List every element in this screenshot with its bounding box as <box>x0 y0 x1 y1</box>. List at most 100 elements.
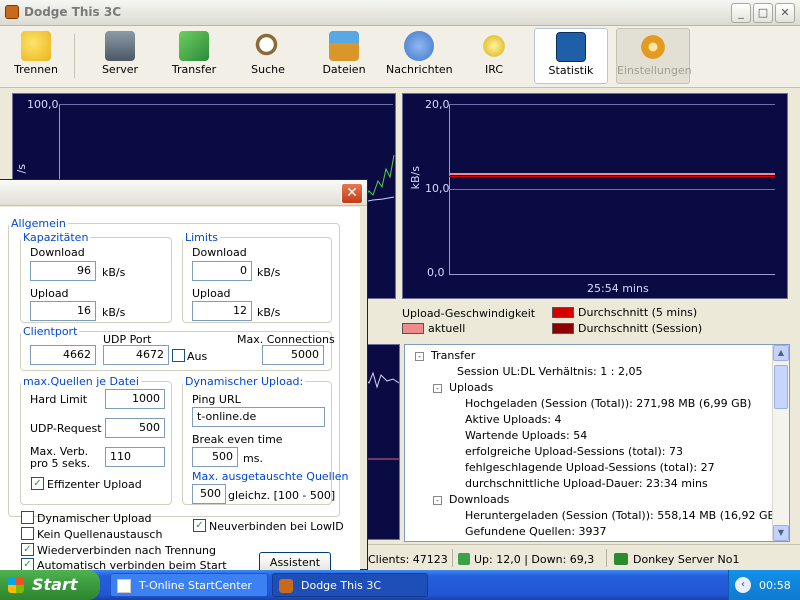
limits-download-label: Download <box>192 246 247 259</box>
group-max-quellen-title: max.Quellen je Datei <box>21 375 141 388</box>
limits-upload-input[interactable]: 12 <box>192 301 252 321</box>
scroll-up-button[interactable]: ▲ <box>773 345 789 361</box>
hard-limit-label: Hard Limit <box>30 393 88 406</box>
transfer-icon <box>179 31 209 61</box>
wiederverbinden-checkbox[interactable]: ✓ <box>21 543 34 556</box>
statistics-icon <box>556 32 586 62</box>
max-verb-label-2: pro 5 seks. <box>30 457 91 470</box>
tree-item[interactable]: Session UL:DL Verhältnis: 1 : 2,05 <box>457 365 642 378</box>
status-clients: Clients: 47123 <box>368 553 448 566</box>
tray-expand-icon[interactable]: ‹ <box>735 577 751 593</box>
hard-limit-input[interactable]: 1000 <box>105 389 165 409</box>
tree-item[interactable]: durchschnittliche Upload-Dauer: 23:34 mi… <box>465 477 708 490</box>
udp-request-label: UDP-Request <box>30 422 102 435</box>
toolbar-server-button[interactable]: Server <box>90 28 150 84</box>
task-dodgethis-label: Dodge This 3C <box>301 579 382 592</box>
break-even-input[interactable]: 500 <box>192 447 238 467</box>
kein-quellenaustausch-checkbox[interactable] <box>21 527 34 540</box>
minimize-button[interactable]: _ <box>731 3 751 23</box>
tree-expander[interactable]: - <box>415 352 424 361</box>
toolbar-transfer-button[interactable]: Transfer <box>164 28 224 84</box>
status-divider <box>452 549 453 567</box>
legend-swatch-aktuell <box>402 323 424 334</box>
status-updown: Up: 12,0 | Down: 69,3 <box>474 553 595 566</box>
kapazitaeten-upload-input[interactable]: 16 <box>30 301 96 321</box>
tree-item[interactable]: Aktive Uploads: 4 <box>465 413 562 426</box>
task-tonline-label: T-Online StartCenter <box>139 579 252 592</box>
udp-port-input[interactable]: 4672 <box>103 345 169 365</box>
clock: 00:58 <box>759 579 791 592</box>
tree-item[interactable]: fehlgeschlagende Upload-Sessions (total)… <box>465 461 715 474</box>
max-ausgetauschte-unit: gleichz. [100 - 500] <box>228 489 336 502</box>
tree-item[interactable]: Gefundene Quellen: 3937 <box>465 525 607 538</box>
task-dodgethis[interactable]: Dodge This 3C <box>272 573 428 597</box>
start-button[interactable]: Start <box>0 570 100 600</box>
wiederverbinden-label: Wiederverbinden nach Trennung <box>37 544 217 557</box>
status-divider <box>606 549 607 567</box>
tree-item[interactable]: Wartende Uploads: 54 <box>465 429 587 442</box>
tonline-icon <box>117 579 131 593</box>
limits-upload-unit: kB/s <box>257 306 281 319</box>
limits-download-unit: kB/s <box>257 266 281 279</box>
toolbar-dateien-label: Dateien <box>322 63 366 76</box>
toolbar-dateien-button[interactable]: Dateien <box>312 28 376 84</box>
maximize-button[interactable]: □ <box>753 3 773 23</box>
tree-expander[interactable]: - <box>433 496 442 505</box>
tree-expander[interactable]: - <box>433 384 442 393</box>
files-icon <box>329 31 359 61</box>
legend-swatch-avgsession <box>552 323 574 334</box>
taskbar: Start T-Online StartCenter Dodge This 3C… <box>0 570 800 600</box>
legend-swatch-avg5 <box>552 307 574 318</box>
effizenter-upload-checkbox[interactable]: ✓ <box>31 477 44 490</box>
task-tonline[interactable]: T-Online StartCenter <box>110 573 268 597</box>
tree-item[interactable]: erfolgreiche Upload-Sessions (total): 73 <box>465 445 683 458</box>
group-kapazitaeten-title: Kapazitäten <box>21 231 91 244</box>
group-dyn-upload-title: Dynamischer Upload: <box>183 375 306 388</box>
toolbar-statistik-button[interactable]: Statistik <box>534 28 608 84</box>
dynamischer-upload-checkbox[interactable] <box>21 511 34 524</box>
settings-gear-icon <box>638 32 668 62</box>
tree-scrollbar[interactable]: ▲ ▼ <box>772 345 789 541</box>
tree-item[interactable]: Heruntergeladen (Session (Total)): 558,1… <box>465 509 779 522</box>
upload-graph: 20,0 10,0 0,0 kB/s 25:54 mins <box>402 93 788 299</box>
effizenter-upload-label: Effizenter Upload <box>47 478 142 491</box>
max-verb-input[interactable]: 110 <box>105 447 165 467</box>
tree-item[interactable]: Transfer <box>431 349 475 362</box>
scroll-down-button[interactable]: ▼ <box>773 525 789 541</box>
max-ausgetauschte-input[interactable]: 500 <box>192 484 226 504</box>
statistics-tree[interactable]: - Transfer Session UL:DL Verhältnis: 1 : 2… <box>404 344 790 542</box>
tree-item[interactable]: Hochgeladen (Session (Total)): 271,98 MB… <box>465 397 751 410</box>
toolbar-einstellungen-button[interactable]: Einstellungen <box>616 28 692 84</box>
toolbar-irc-button[interactable]: IRC <box>464 28 524 84</box>
kapazitaeten-download-input[interactable]: 96 <box>30 261 96 281</box>
kapazitaeten-upload-label: Upload <box>30 287 69 300</box>
dialog-close-button[interactable]: ✕ <box>341 183 363 204</box>
tree-item[interactable]: Uploads <box>449 381 493 394</box>
max-connections-input[interactable]: 5000 <box>262 345 324 365</box>
legend-title: Upload-Geschwindigkeit <box>402 307 536 320</box>
clientport-input[interactable]: 4662 <box>30 345 96 365</box>
status-server: Donkey Server No1 <box>633 553 740 566</box>
limits-download-input[interactable]: 0 <box>192 261 252 281</box>
tree-item[interactable]: Downloads <box>449 493 509 506</box>
window-title: Dodge This 3C <box>24 5 122 19</box>
windows-logo-icon <box>8 577 24 593</box>
kapazitaeten-download-unit: kB/s <box>102 266 126 279</box>
toolbar-suche-button[interactable]: Suche <box>238 28 298 84</box>
toolbar-trennen-button[interactable]: Trennen <box>6 28 66 84</box>
system-tray: ‹ 00:58 <box>728 570 800 600</box>
neuverbinden-checkbox[interactable]: ✓ <box>193 519 206 532</box>
title-bar: Dodge This 3C _ □ ✕ <box>0 0 800 26</box>
udp-request-input[interactable]: 500 <box>105 418 165 438</box>
neuverbinden-label: Neuverbinden bei LowID <box>209 520 344 533</box>
close-button[interactable]: ✕ <box>775 3 795 23</box>
download-graph-gridline <box>59 104 393 105</box>
download-graph-ylabel: /s <box>15 164 28 174</box>
irc-icon <box>479 31 509 61</box>
scroll-thumb[interactable] <box>774 365 788 409</box>
upload-graph-gridline-top <box>449 104 775 105</box>
break-even-label: Break even time <box>192 433 283 446</box>
ping-url-input[interactable]: t-online.de <box>192 407 325 427</box>
udp-aus-checkbox[interactable] <box>172 349 185 362</box>
toolbar-nachrichten-button[interactable]: Nachrichten <box>386 28 453 84</box>
